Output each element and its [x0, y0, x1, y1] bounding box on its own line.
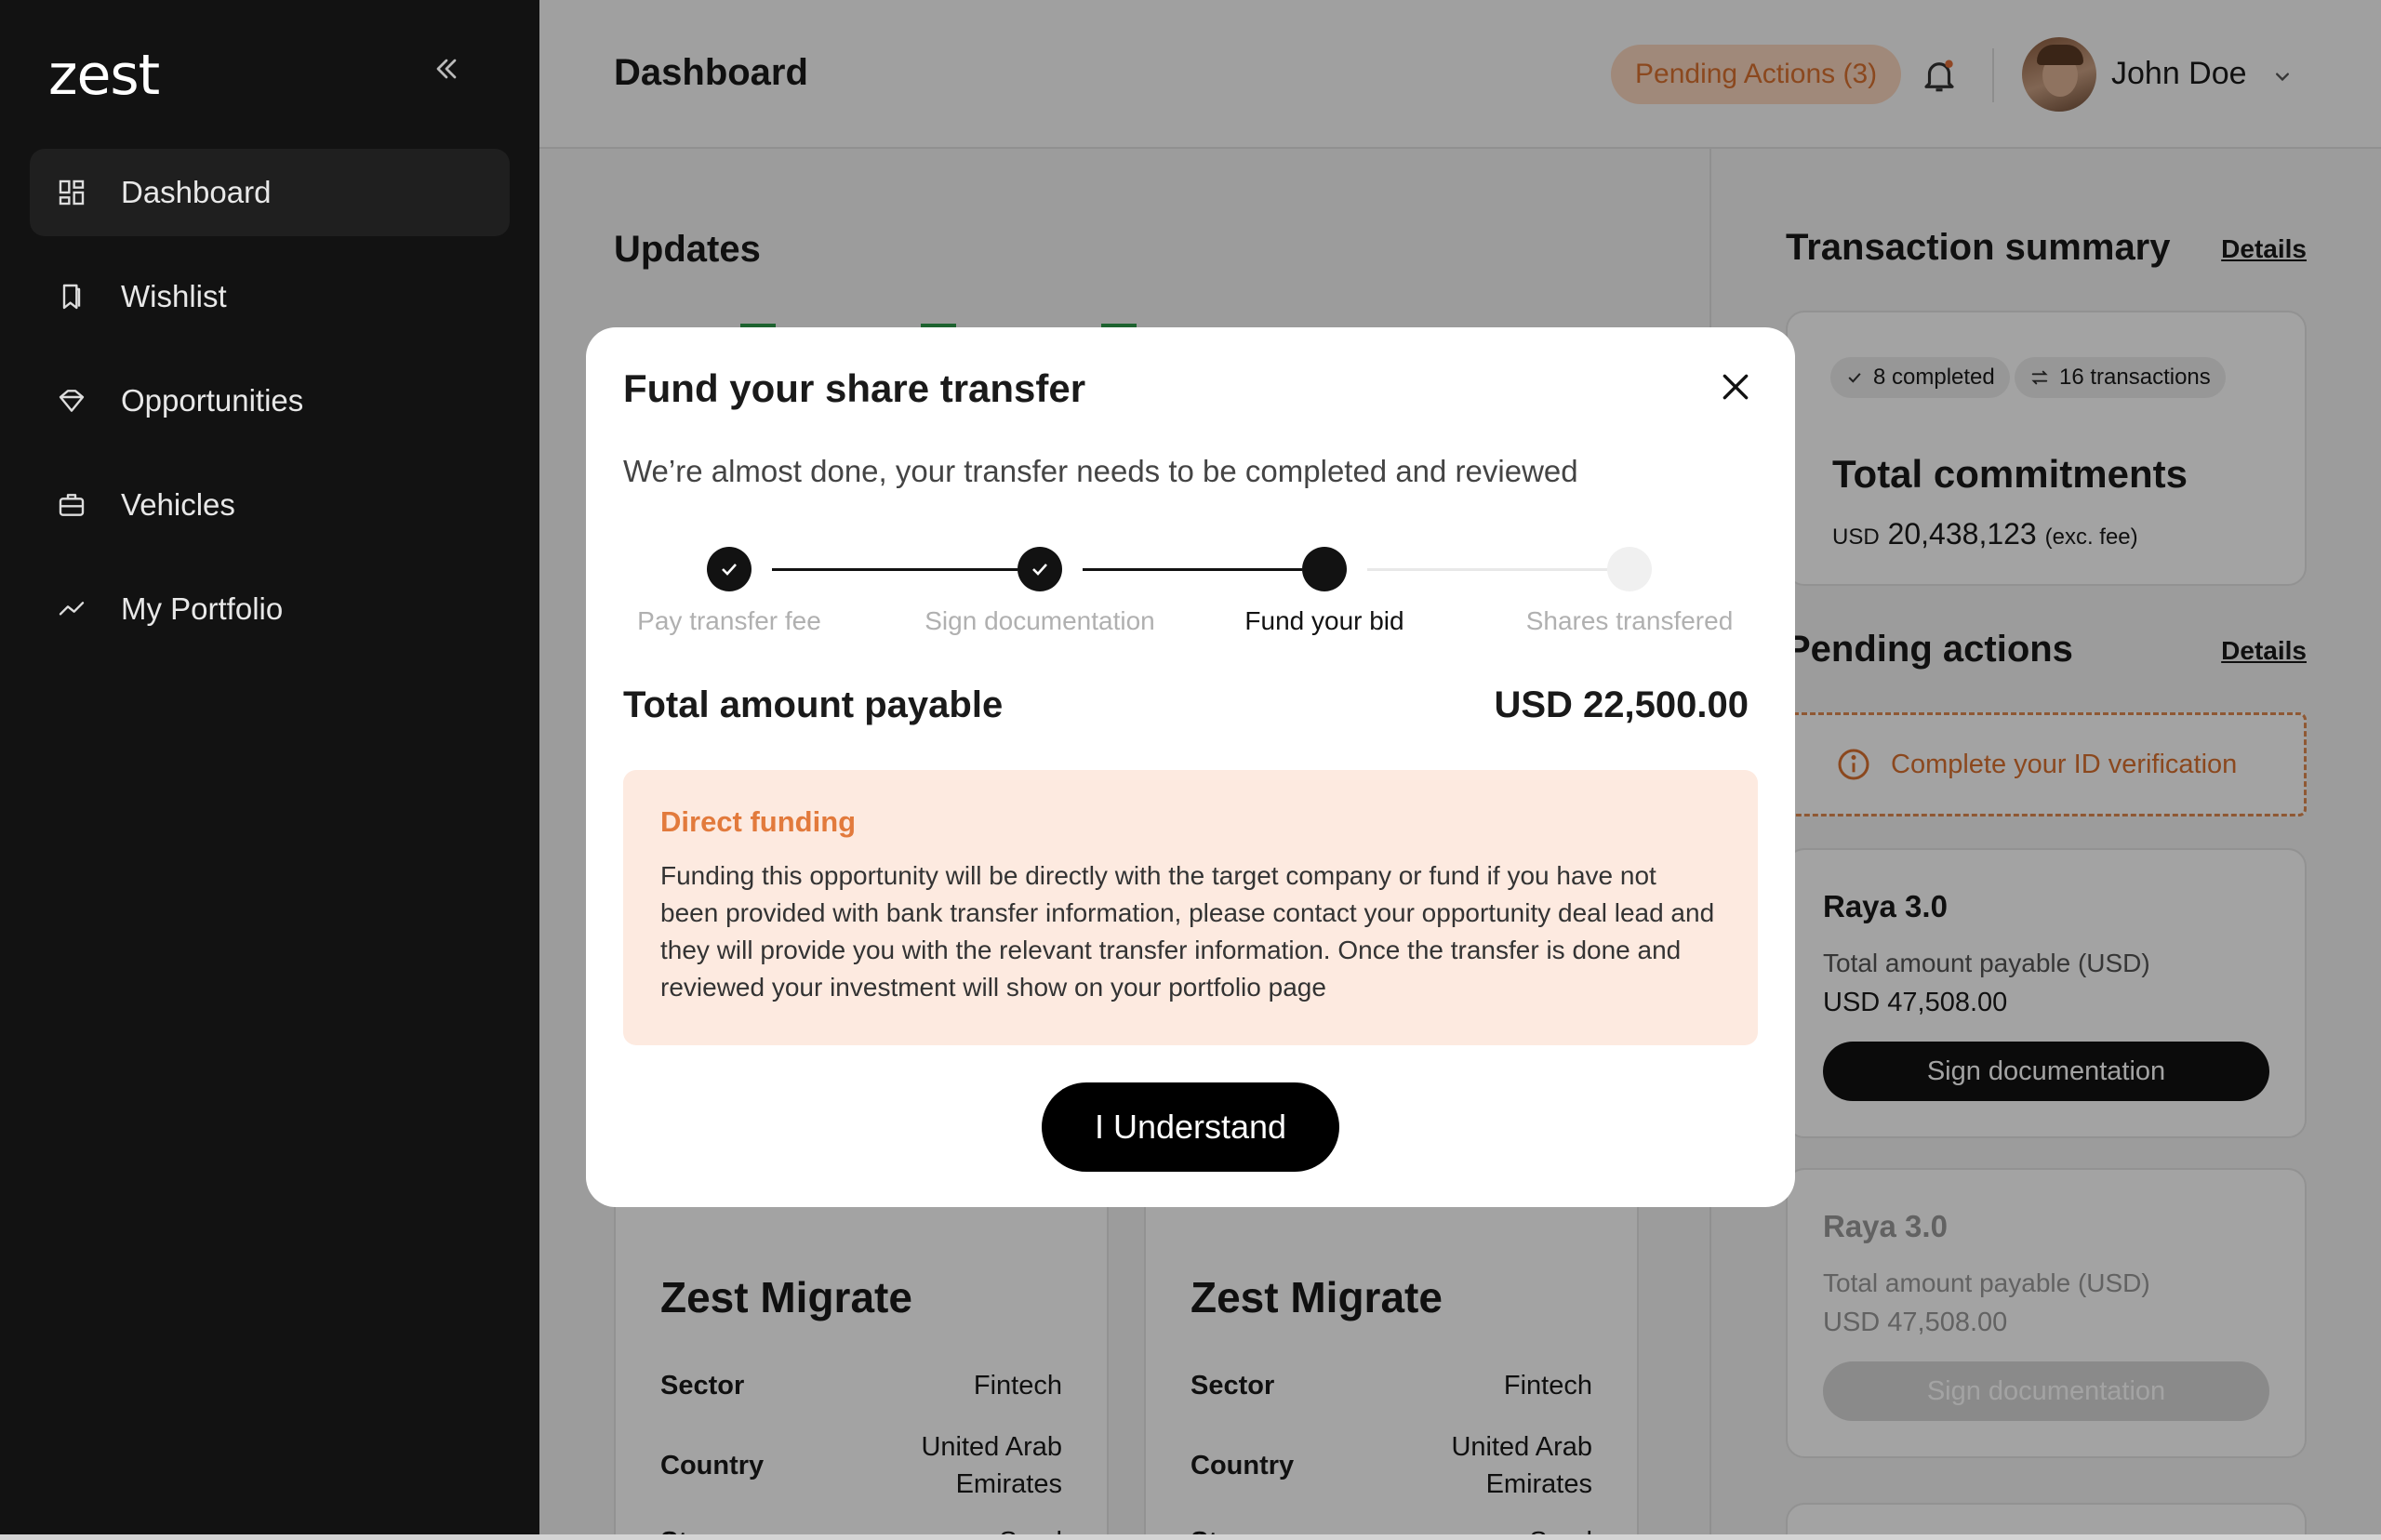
sidebar-item-opportunities[interactable]: Opportunities	[30, 357, 510, 445]
step-done-dot	[1018, 547, 1062, 591]
notice-body: Funding this opportunity will be directl…	[660, 861, 1715, 1002]
total-payable-value: USD 22,500.00	[1494, 684, 1749, 725]
step-label: Pay transfer fee	[637, 606, 821, 635]
understand-button[interactable]: I Understand	[1042, 1082, 1339, 1172]
modal-subtitle: We’re almost done, your transfer needs t…	[623, 454, 1578, 488]
direct-funding-notice: Direct funding Funding this opportunity …	[623, 770, 1758, 1045]
fund-transfer-modal: Fund your share transfer We’re almost do…	[586, 327, 1795, 1207]
step-done-dot	[707, 547, 752, 591]
tag-icon	[54, 383, 89, 418]
step-connector	[1367, 568, 1607, 571]
notice-title: Direct funding	[660, 805, 857, 838]
sidebar-item-label: Dashboard	[121, 175, 272, 209]
sidebar-item-label: My Portfolio	[121, 591, 284, 626]
sidebar-nav: Dashboard Wishlist Opportunities Vehicle…	[30, 149, 510, 670]
step-current-dot	[1302, 547, 1347, 591]
close-icon[interactable]	[1717, 368, 1754, 405]
collapse-sidebar-icon[interactable]	[430, 52, 463, 86]
grid-icon	[54, 175, 89, 210]
trend-icon	[54, 591, 89, 627]
sidebar-item-label: Vehicles	[121, 487, 235, 522]
briefcase-icon	[54, 487, 89, 523]
sidebar-item-dashboard[interactable]: Dashboard	[30, 149, 510, 236]
sidebar: zest Dashboard Wishlist Opportunities Ve…	[0, 0, 539, 1534]
sidebar-item-label: Wishlist	[121, 279, 227, 313]
bookmark-icon	[54, 279, 89, 314]
step-label-current: Fund your bid	[1244, 606, 1404, 635]
sidebar-item-my-portfolio[interactable]: My Portfolio	[30, 565, 510, 653]
modal-title: Fund your share transfer	[623, 366, 1086, 410]
progress-stepper: Pay transfer fee Sign documentation Fund…	[623, 547, 1758, 640]
zest-logo[interactable]: zest	[48, 43, 160, 108]
step-label: Shares transfered	[1525, 606, 1734, 635]
step-connector	[772, 568, 1018, 571]
step-pending-dot	[1607, 547, 1652, 591]
check-icon	[722, 564, 737, 576]
bottom-edge	[0, 1534, 2381, 1540]
total-payable-label: Total amount payable	[623, 684, 1004, 725]
sidebar-item-wishlist[interactable]: Wishlist	[30, 253, 510, 340]
step-connector	[1083, 568, 1302, 571]
sidebar-item-vehicles[interactable]: Vehicles	[30, 461, 510, 549]
sidebar-item-label: Opportunities	[121, 383, 304, 418]
step-label: Sign documentation	[924, 606, 1155, 635]
check-icon	[1032, 564, 1047, 576]
